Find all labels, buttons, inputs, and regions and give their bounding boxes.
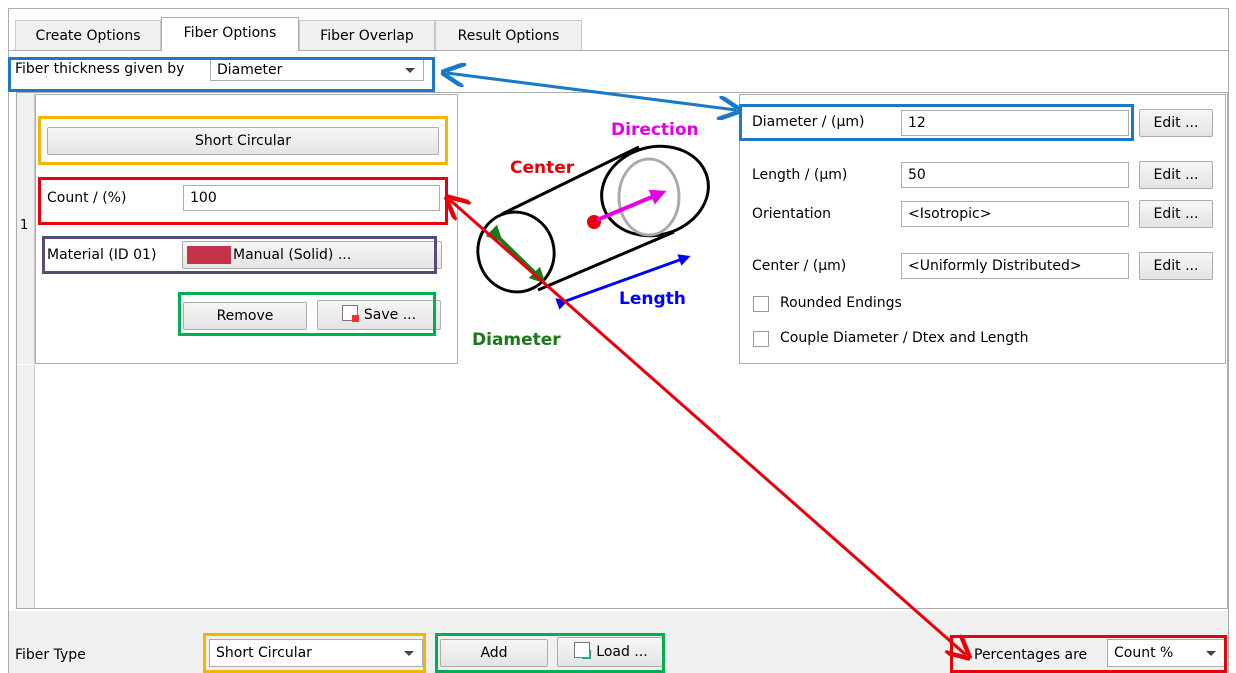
- row-header-empty: [17, 365, 35, 608]
- thickness-value: Diameter: [217, 62, 283, 78]
- save-button[interactable]: Save ...: [317, 300, 441, 330]
- length-value: 50: [908, 167, 926, 183]
- count-label: Count / (%): [47, 190, 127, 206]
- percentages-value: Count %: [1114, 645, 1174, 661]
- diagram-center-label: Center: [510, 158, 575, 178]
- tab-fiber-overlap[interactable]: Fiber Overlap: [299, 20, 435, 50]
- count-input[interactable]: 100: [183, 185, 440, 211]
- orientation-label: Orientation: [752, 206, 832, 222]
- length-edit-button[interactable]: Edit ...: [1139, 161, 1213, 189]
- material-label: Material (ID 01): [47, 247, 157, 263]
- percentages-select[interactable]: Count %: [1107, 639, 1225, 667]
- save-button-label: Save ...: [363, 307, 417, 323]
- tab-create-options[interactable]: Create Options: [15, 20, 161, 50]
- thickness-label: Fiber thickness given by: [15, 61, 185, 77]
- couple-label: Couple Diameter / Dtex and Length: [780, 330, 1029, 346]
- tab-fiber-options[interactable]: Fiber Options: [161, 17, 299, 51]
- length-label: Length / (µm): [752, 167, 848, 183]
- fiber-diagram: Direction Center Length Diameter: [459, 94, 738, 364]
- remove-button[interactable]: Remove: [183, 302, 307, 330]
- orientation-input[interactable]: <Isotropic>: [901, 201, 1129, 227]
- save-icon: [341, 305, 359, 322]
- center-edit-button[interactable]: Edit ...: [1139, 252, 1213, 280]
- fiber-type-label: Fiber Type: [15, 647, 86, 663]
- material-button-label: Manual (Solid) ...: [233, 247, 352, 263]
- center-input[interactable]: <Uniformly Distributed>: [901, 253, 1129, 279]
- material-color-swatch: [187, 246, 231, 264]
- orientation-value: <Isotropic>: [908, 206, 992, 222]
- diameter-input[interactable]: 12: [901, 110, 1129, 136]
- diameter-label: Diameter / (µm): [752, 114, 865, 130]
- count-value: 100: [190, 190, 217, 206]
- direction-arrow: [596, 189, 667, 222]
- fiber-shape-button[interactable]: Short Circular: [47, 127, 439, 155]
- diagram-diameter-label: Diameter: [472, 330, 561, 350]
- chevron-down-icon: [404, 651, 414, 656]
- add-button[interactable]: Add: [440, 639, 548, 667]
- rounded-endings-checkbox[interactable]: [753, 296, 769, 312]
- fiber-type-value: Short Circular: [216, 645, 312, 661]
- rounded-endings-label: Rounded Endings: [780, 295, 902, 311]
- center-value: <Uniformly Distributed>: [908, 258, 1082, 274]
- orientation-edit-button[interactable]: Edit ...: [1139, 200, 1213, 228]
- percentages-label: Percentages are: [974, 647, 1088, 663]
- center-label: Center / (µm): [752, 258, 847, 274]
- length-input[interactable]: 50: [901, 162, 1129, 188]
- couple-checkbox[interactable]: [753, 331, 769, 347]
- row-number: 1: [20, 218, 29, 233]
- diagram-direction-label: Direction: [611, 120, 699, 140]
- fiber-type-select[interactable]: Short Circular: [209, 639, 423, 667]
- load-button[interactable]: Load ...: [557, 637, 665, 667]
- load-icon: [574, 642, 592, 659]
- diameter-value: 12: [908, 115, 926, 131]
- thickness-select[interactable]: Diameter: [210, 59, 424, 81]
- diagram-length-label: Length: [619, 289, 686, 309]
- chevron-down-icon: [1206, 651, 1216, 656]
- chevron-down-icon: [405, 68, 415, 73]
- diameter-edit-button[interactable]: Edit ...: [1139, 109, 1213, 137]
- tab-result-options[interactable]: Result Options: [435, 20, 582, 50]
- cylinder-far-end: [600, 144, 710, 238]
- material-button[interactable]: Manual (Solid) ...: [182, 241, 442, 269]
- load-button-label: Load ...: [596, 644, 648, 660]
